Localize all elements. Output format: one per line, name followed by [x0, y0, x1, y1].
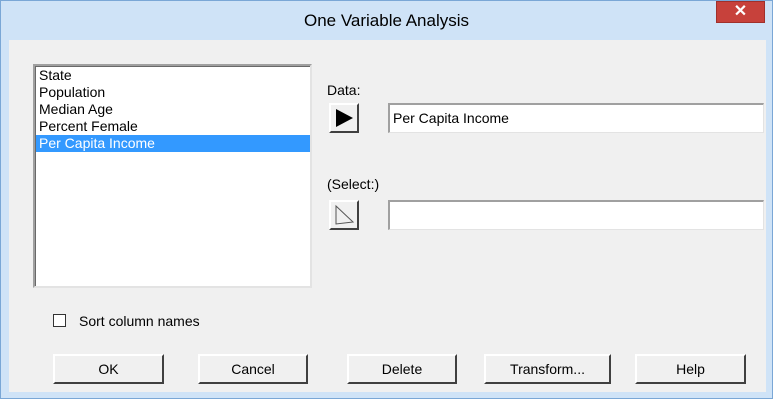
dialog-window: One Variable Analysis ✕ State Population… — [0, 0, 773, 399]
outline-arrow-icon — [335, 204, 355, 225]
delete-button[interactable]: Delete — [347, 354, 457, 384]
data-input[interactable]: Per Capita Income — [388, 103, 764, 133]
select-input[interactable] — [388, 200, 764, 230]
dialog-title: One Variable Analysis — [303, 11, 470, 30]
select-label: (Select:) — [327, 176, 380, 192]
transform-button[interactable]: Transform... — [484, 354, 611, 384]
select-arrow-button[interactable] — [329, 200, 359, 230]
data-label: Data: — [327, 82, 361, 98]
sort-column-names-label: Sort column names — [79, 313, 200, 329]
list-item-state[interactable]: State — [36, 67, 310, 84]
cancel-button[interactable]: Cancel — [198, 354, 308, 384]
play-arrow-icon — [336, 109, 353, 127]
list-item-percent-female[interactable]: Percent Female — [36, 118, 310, 135]
list-item-median-age[interactable]: Median Age — [36, 101, 310, 118]
variable-list[interactable]: State Population Median Age Percent Fema… — [33, 64, 312, 288]
ok-button[interactable]: OK — [53, 354, 164, 384]
variable-list-items: State Population Median Age Percent Fema… — [35, 66, 310, 286]
dialog-body: State Population Median Age Percent Fema… — [9, 40, 766, 392]
help-button[interactable]: Help — [635, 354, 746, 384]
title-bar[interactable]: One Variable Analysis ✕ — [1, 1, 772, 40]
close-icon: ✕ — [733, 3, 748, 20]
sort-column-names-checkbox[interactable] — [53, 314, 66, 327]
list-item-per-capita-income[interactable]: Per Capita Income — [36, 135, 310, 152]
close-button[interactable]: ✕ — [716, 1, 765, 23]
list-item-population[interactable]: Population — [36, 84, 310, 101]
data-arrow-button[interactable] — [329, 103, 359, 133]
